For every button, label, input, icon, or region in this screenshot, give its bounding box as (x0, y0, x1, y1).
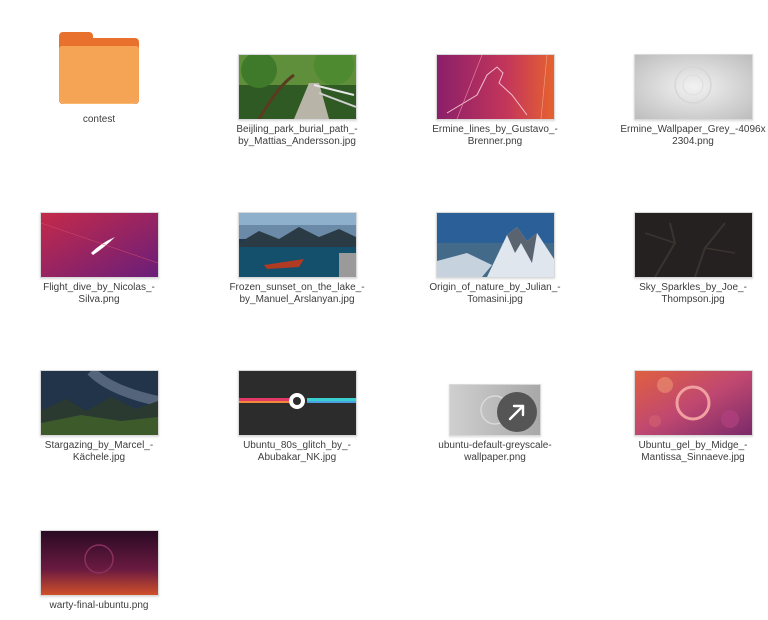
image-thumbnail (237, 212, 357, 278)
image-thumbnail (633, 370, 753, 436)
file-item-flight-dive[interactable]: Flight_dive_by_Nicolas_-Silva.png (24, 208, 174, 306)
file-item-contest[interactable]: contest (24, 32, 174, 126)
file-label: Ubuntu_80s_glitch_by_-Abubakar_NK.jpg (243, 440, 351, 463)
file-item-origin-nature[interactable]: Origin_of_nature_by_Julian_-Tomasini.jpg (420, 208, 570, 306)
file-label: contest (82, 114, 116, 125)
file-label: warty-final-ubuntu.png (49, 600, 149, 611)
file-item-stargazing[interactable]: Stargazing_by_Marcel_-Kächele.jpg (24, 366, 174, 464)
file-label: ubuntu-default-greyscale-wallpaper.png (438, 440, 552, 463)
file-label: Ermine_lines_by_Gustavo_-Brenner.png (432, 124, 558, 147)
file-label: Beijling_park_burial_path_-by_Mattias_An… (236, 124, 358, 147)
image-thumbnail (39, 212, 159, 278)
image-thumbnail (237, 370, 357, 436)
file-label: Flight_dive_by_Nicolas_-Silva.png (43, 282, 155, 305)
image-thumbnail (435, 212, 555, 278)
file-label: Sky_Sparkles_by_Joe_-Thompson.jpg (639, 282, 747, 305)
symlink-arrow-icon (497, 392, 537, 432)
file-item-warty-final[interactable]: warty-final-ubuntu.png (24, 526, 174, 612)
file-label: Origin_of_nature_by_Julian_-Tomasini.jpg (429, 282, 561, 305)
folder-icon (59, 32, 139, 104)
file-label: Ubuntu_gel_by_Midge_-Mantissa_Sinnaeve.j… (638, 440, 748, 463)
image-thumbnail (39, 530, 159, 596)
file-item-beijling[interactable]: Beijling_park_burial_path_-by_Mattias_An… (222, 50, 372, 148)
file-item-ubuntu-gel[interactable]: Ubuntu_gel_by_Midge_-Mantissa_Sinnaeve.j… (618, 366, 768, 464)
image-thumbnail (633, 54, 753, 120)
file-grid: contest Beijling_park_burial_path_-by_Ma… (0, 0, 768, 620)
image-thumbnail (435, 54, 555, 120)
file-item-frozen-sunset[interactable]: Frozen_sunset_on_the_lake_-by_Manuel_Ars… (222, 208, 372, 306)
image-thumbnail (39, 370, 159, 436)
file-item-80s-glitch[interactable]: Ubuntu_80s_glitch_by_-Abubakar_NK.jpg (222, 366, 372, 464)
file-item-ermine-lines[interactable]: Ermine_lines_by_Gustavo_-Brenner.png (420, 50, 570, 148)
file-item-sky-sparkles[interactable]: Sky_Sparkles_by_Joe_-Thompson.jpg (618, 208, 768, 306)
file-label: Ermine_Wallpaper_Grey_-4096x2304.png (620, 124, 766, 147)
image-thumbnail (449, 384, 541, 436)
file-item-ermine-grey[interactable]: Ermine_Wallpaper_Grey_-4096x2304.png (618, 50, 768, 148)
file-item-default-greyscale[interactable]: ubuntu-default-greyscale-wallpaper.png (420, 366, 570, 464)
image-thumbnail (237, 54, 357, 120)
image-thumbnail (633, 212, 753, 278)
file-label: Frozen_sunset_on_the_lake_-by_Manuel_Ars… (229, 282, 365, 305)
file-label: Stargazing_by_Marcel_-Kächele.jpg (44, 440, 154, 463)
